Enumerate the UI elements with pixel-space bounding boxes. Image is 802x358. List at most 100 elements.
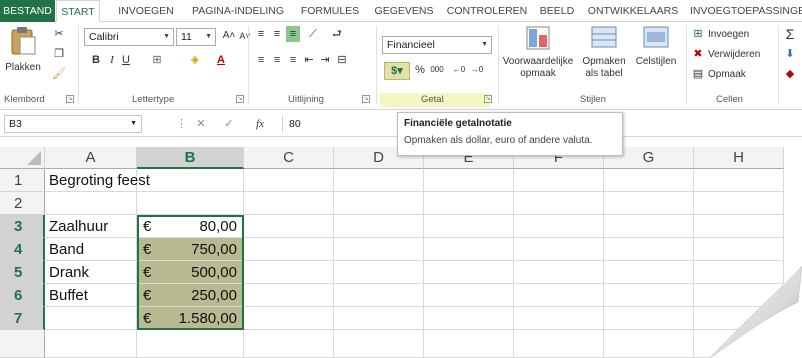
- bold-button[interactable]: B: [90, 52, 102, 68]
- percent-button[interactable]: %: [414, 62, 426, 78]
- column-header[interactable]: H: [694, 147, 784, 169]
- fill-down-icon[interactable]: ⬇: [782, 46, 798, 62]
- grid-cell[interactable]: [604, 169, 694, 192]
- merge-center-icon[interactable]: ⊟: [334, 52, 350, 68]
- cancel-icon[interactable]: ✕: [194, 116, 208, 132]
- grid-cell[interactable]: [424, 284, 514, 307]
- grid-cell[interactable]: [604, 192, 694, 215]
- grid-cell[interactable]: [514, 284, 604, 307]
- grid-cell[interactable]: [424, 192, 514, 215]
- grid-cell[interactable]: [45, 330, 137, 358]
- grid-cell[interactable]: [604, 261, 694, 284]
- grid-cell[interactable]: [424, 307, 514, 330]
- name-box[interactable]: B3 ▼: [4, 115, 142, 133]
- grid-cell[interactable]: [424, 330, 514, 358]
- cell-amount-active[interactable]: € 80,00: [137, 215, 244, 238]
- font-name-dropdown[interactable]: Calibri ▼: [84, 28, 174, 46]
- autosum-icon[interactable]: Σ: [782, 26, 798, 42]
- orientation-icon[interactable]: ⟋: [304, 26, 322, 42]
- grid-cell[interactable]: [694, 192, 784, 215]
- grid-cell[interactable]: [244, 261, 334, 284]
- font-launcher-icon[interactable]: ↘: [236, 95, 244, 103]
- cell-a1[interactable]: Begroting feest: [45, 169, 150, 192]
- cell-amount[interactable]: € 750,00: [137, 238, 244, 261]
- grid-cell[interactable]: [514, 192, 604, 215]
- font-color-icon[interactable]: A: [212, 52, 230, 68]
- tab-controleren[interactable]: CONTROLEREN: [444, 0, 530, 22]
- delete-cells-icon[interactable]: ✖: [692, 46, 704, 62]
- grid-cell[interactable]: [514, 307, 604, 330]
- insert-cells-button[interactable]: Invoegen: [708, 28, 749, 41]
- grid-cell[interactable]: [424, 261, 514, 284]
- cell-empty[interactable]: [45, 307, 137, 330]
- tab-ontwikkelaars[interactable]: ONTWIKKELAARS: [584, 0, 682, 22]
- grid-cell[interactable]: [244, 192, 334, 215]
- clear-icon[interactable]: ◆: [782, 66, 798, 82]
- clipboard-launcher-icon[interactable]: ↘: [66, 95, 74, 103]
- row-header-selected[interactable]: 5: [0, 261, 45, 284]
- format-as-table-button[interactable]: Opmaken als tabel: [578, 26, 630, 90]
- grid-cell[interactable]: [334, 261, 424, 284]
- number-launcher-icon[interactable]: ↘: [484, 95, 492, 103]
- decrease-decimal-icon[interactable]: →0: [470, 62, 484, 78]
- grid-cell[interactable]: [604, 307, 694, 330]
- grid-cell[interactable]: [424, 169, 514, 192]
- cell-amount[interactable]: € 250,00: [137, 284, 244, 307]
- grid-cell[interactable]: [514, 261, 604, 284]
- grid-cell[interactable]: [244, 215, 334, 238]
- grid-cell[interactable]: [334, 238, 424, 261]
- tab-bestand[interactable]: BESTAND: [0, 0, 55, 22]
- number-format-dropdown[interactable]: Financieel ▼: [382, 36, 492, 54]
- row-header-selected[interactable]: 4: [0, 238, 45, 261]
- accounting-format-button[interactable]: $▾: [384, 62, 410, 80]
- grid-cell[interactable]: [334, 330, 424, 358]
- cut-icon[interactable]: ✂: [52, 26, 66, 42]
- grid-cell[interactable]: [244, 330, 334, 358]
- paste-button[interactable]: Plakken: [4, 26, 42, 78]
- grid-cell[interactable]: [334, 284, 424, 307]
- increase-decimal-icon[interactable]: ←0: [452, 62, 466, 78]
- increase-indent-icon[interactable]: ⇥: [318, 52, 332, 68]
- row-header[interactable]: 2: [0, 192, 45, 215]
- grid-cell[interactable]: [244, 238, 334, 261]
- cell-amount[interactable]: € 500,00: [137, 261, 244, 284]
- cell-label[interactable]: Buffet: [45, 284, 137, 307]
- tab-invoegtoepassingen[interactable]: INVOEGTOEPASSINGEN: [690, 0, 802, 22]
- fill-color-icon[interactable]: ◈: [186, 52, 204, 68]
- row-header-selected[interactable]: 3: [0, 215, 45, 238]
- grid-cell[interactable]: [694, 215, 784, 238]
- borders-icon[interactable]: ⊞: [148, 52, 166, 68]
- grid-cell[interactable]: [334, 307, 424, 330]
- column-header-selected[interactable]: B: [137, 147, 244, 169]
- column-header[interactable]: A: [45, 147, 137, 169]
- align-bottom-icon[interactable]: ≡: [286, 26, 300, 42]
- cell-label[interactable]: Zaalhuur: [45, 215, 137, 238]
- cell-total[interactable]: € 1.580,00: [137, 307, 244, 330]
- copy-icon[interactable]: ❐: [52, 46, 66, 62]
- thousands-separator-button[interactable]: 000: [428, 62, 446, 78]
- format-painter-icon[interactable]: 🖌: [52, 66, 66, 82]
- grid-cell[interactable]: [244, 307, 334, 330]
- cell-label[interactable]: Band: [45, 238, 137, 261]
- align-middle-icon[interactable]: ≡: [270, 26, 284, 42]
- grid-cell[interactable]: [694, 169, 784, 192]
- format-cells-icon[interactable]: ▤: [692, 66, 704, 82]
- delete-cells-button[interactable]: Verwijderen: [708, 48, 760, 61]
- underline-button[interactable]: U: [120, 52, 132, 68]
- italic-button[interactable]: I: [106, 52, 118, 68]
- grid-cell[interactable]: [514, 238, 604, 261]
- grow-font-icon[interactable]: A˄: [222, 28, 236, 44]
- grid-cell[interactable]: [424, 238, 514, 261]
- alignment-launcher-icon[interactable]: ↘: [362, 95, 370, 103]
- conditional-formatting-button[interactable]: Voorwaardelijke opmaak: [502, 26, 574, 90]
- grid-cell[interactable]: [137, 169, 244, 192]
- grid-cell[interactable]: [514, 215, 604, 238]
- grid-cell[interactable]: [334, 169, 424, 192]
- cell-label[interactable]: Drank: [45, 261, 137, 284]
- row-header-selected[interactable]: 6: [0, 284, 45, 307]
- grid-cell[interactable]: [45, 192, 137, 215]
- grid-cell[interactable]: [334, 215, 424, 238]
- tab-beeld[interactable]: BEELD: [532, 0, 582, 22]
- shrink-font-icon[interactable]: A˅: [238, 28, 252, 44]
- grid-cell[interactable]: [604, 330, 694, 358]
